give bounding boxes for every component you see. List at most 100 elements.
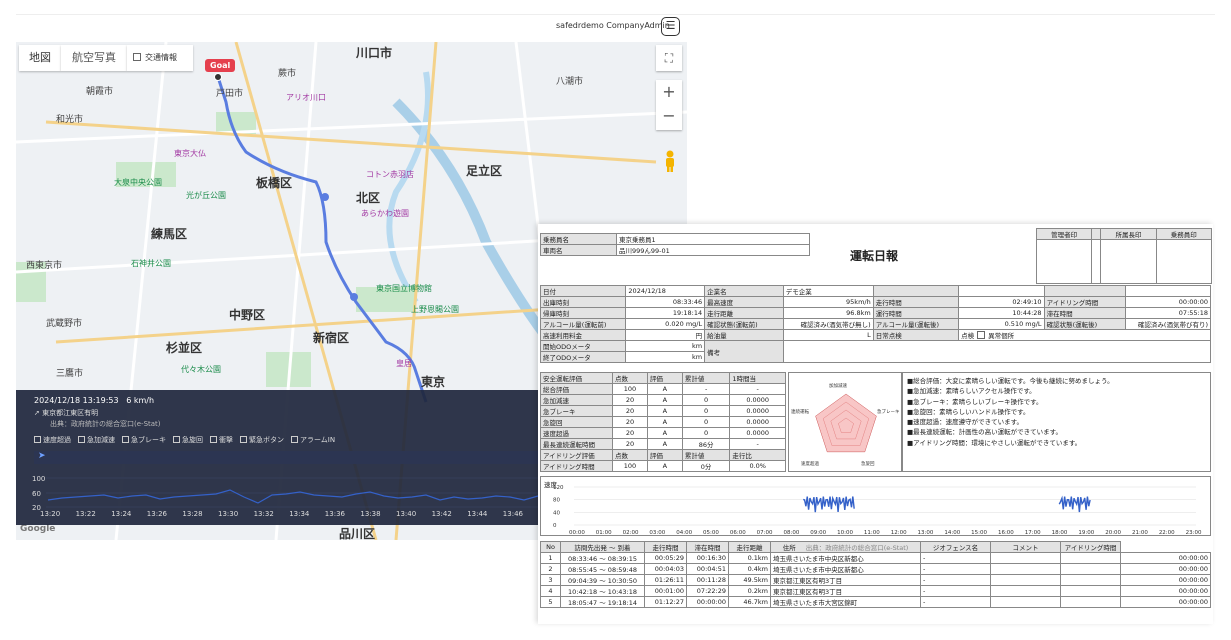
event-filter-label: 速度超過 <box>43 436 71 444</box>
speed-xtick: 00:00 <box>569 530 585 535</box>
inspection-value: 点検 <box>961 332 975 340</box>
score-cell: 0 <box>681 405 731 417</box>
comment-line: ■急ブレーキ：素晴らしいブレーキ操作です。 <box>907 397 1043 406</box>
map-place-label: 北区 <box>356 191 381 205</box>
visit-cell <box>990 574 1061 586</box>
summary-cell: アルコール量(運転前) <box>539 318 627 330</box>
score-cell: 点数 <box>612 372 648 384</box>
map-place-label: 杉並区 <box>166 341 203 355</box>
score-cell: 86分 <box>681 438 731 450</box>
speed-xtick: 18:00 <box>1052 530 1068 535</box>
event-filter[interactable]: 緊急ボタン <box>240 436 284 444</box>
speed-xtick: 02:00 <box>623 530 639 535</box>
event-filter[interactable]: 急ブレーキ <box>122 436 166 444</box>
event-checkbox[interactable] <box>210 436 217 443</box>
score-cell: 20 <box>612 394 648 406</box>
speed-xtick: 17:00 <box>1025 530 1041 535</box>
event-filter-label: 急加減速 <box>87 436 115 444</box>
event-checkbox[interactable] <box>173 436 180 443</box>
trip-xtick: 13:44 <box>467 510 488 518</box>
summary-cell: 走行距離 <box>704 307 784 319</box>
abnormal-label: 異常個所 <box>988 332 1015 340</box>
summary-cell: 走行時間 <box>872 296 960 308</box>
traffic-toggle[interactable]: 交通情報 <box>127 45 193 71</box>
trip-xtick: 13:38 <box>360 510 380 518</box>
score-cell: 100 <box>612 383 648 395</box>
visit-cell: 07:22:29 <box>686 585 729 597</box>
visit-cell <box>990 552 1061 564</box>
trip-xtick: 13:24 <box>111 510 132 518</box>
event-checkbox[interactable] <box>122 436 129 443</box>
goal-marker[interactable]: Goal <box>205 59 236 72</box>
score-cell: 0分 <box>681 460 731 472</box>
goal-pin <box>214 73 222 81</box>
score-cell: 0.0% <box>729 460 786 472</box>
summary-cell: 給油量 <box>704 329 784 341</box>
map-place-label: 中野区 <box>229 308 266 322</box>
speed-xtick: 14:00 <box>944 530 960 535</box>
visits-header-row: No 訪問先出発 ～ 到着 走行時間 滞在時間 走行距離 住所 出典：政府統計の総合窓口(e… <box>540 541 1211 553</box>
visit-cell: 2 <box>540 563 561 575</box>
pegman-icon[interactable] <box>664 150 676 172</box>
event-filter[interactable]: アラームIN <box>291 436 335 444</box>
speed-xtick: 04:00 <box>676 530 692 535</box>
radar-ring <box>815 393 877 453</box>
odo-start-label: 開始ODOメータ <box>539 340 627 352</box>
summary-cell: 00:00:00 <box>1124 296 1211 308</box>
map-tab-map[interactable]: 地図 <box>19 45 61 71</box>
trip-xtick: 13:40 <box>396 510 416 518</box>
direction-icon: ➚ <box>34 409 43 417</box>
event-filter[interactable]: 衝撃 <box>210 436 233 444</box>
traffic-checkbox[interactable] <box>133 53 141 61</box>
summary-cell: 確認状態(運転前) <box>704 318 784 330</box>
map-place-label: 代々木公園 <box>181 365 221 374</box>
approval-table: 管理者印 所属長印 乗務員印 <box>1035 228 1213 284</box>
visit-cell: 00:04:51 <box>686 563 729 575</box>
map-tab-aerial[interactable]: 航空写真 <box>61 45 127 71</box>
visit-cell: 4 <box>540 585 561 597</box>
inspection-checkbox[interactable] <box>977 331 986 339</box>
map-place-label: 新宿区 <box>313 331 350 345</box>
summary-cell: 10:44:28 <box>958 307 1045 319</box>
zoom-out-button[interactable]: − <box>656 104 682 128</box>
list-icon[interactable]: ☰ <box>661 17 680 36</box>
comment-line: ■最長連続運転：計画性の高い運転ができています。 <box>907 428 1062 437</box>
score-cell: 評価 <box>646 372 683 384</box>
trip-xtick: 13:22 <box>76 510 96 518</box>
summary-row: 帰庫時刻 19:18:14 走行距離 96.8km 運行時間 10:44:28 滞在時間 07… <box>539 307 1211 319</box>
score-cell: A <box>646 394 683 406</box>
radar-label: 急旋回 <box>861 460 875 467</box>
score-cell: 100 <box>612 460 648 472</box>
score-cell: 0 <box>681 416 731 428</box>
score-cell: アイドリング評価 <box>540 449 613 461</box>
visit-cell: 01:12:27 <box>644 596 687 608</box>
event-filter[interactable]: 急旋回 <box>173 436 203 444</box>
visit-cell: 00:00:00 <box>1120 552 1211 564</box>
event-checkbox[interactable] <box>240 436 247 443</box>
visit-cell: - <box>920 574 991 586</box>
speed-xtick: 12:00 <box>891 530 907 535</box>
event-checkbox[interactable] <box>34 436 41 443</box>
visit-cell: - <box>920 585 991 597</box>
summary-cell: 円 <box>625 329 706 341</box>
summary-cell: 確認済み(酒気帯び有り) <box>1124 318 1211 330</box>
event-checkbox[interactable] <box>291 436 298 443</box>
fullscreen-icon[interactable]: ⛶ <box>656 45 682 71</box>
score-cell: 0 <box>681 394 731 406</box>
visit-cell: 00:04:03 <box>644 563 687 575</box>
score-cell: 速度超過 <box>540 427 613 439</box>
summary-cell: 96.8km <box>782 307 874 319</box>
speed-xtick: 03:00 <box>649 530 665 535</box>
score-cell: 0 <box>681 427 731 439</box>
visit-row: 2 08:55:45 ～ 08:59:48 00:04:03 00:04:51 0.4k… <box>540 563 1211 575</box>
map-place-label: 東京 <box>421 375 446 389</box>
visit-cell: 1 <box>540 552 561 564</box>
playback-bar[interactable]: ➤ <box>34 451 543 464</box>
zoom-in-button[interactable]: + <box>656 80 682 104</box>
play-icon[interactable]: ➤ <box>38 451 46 461</box>
odo-start-unit: km <box>625 340 706 352</box>
event-filter[interactable]: 速度超過 <box>34 436 71 444</box>
event-checkbox[interactable] <box>78 436 85 443</box>
event-filter-label: アラームIN <box>300 436 336 444</box>
event-filter[interactable]: 急加減速 <box>78 436 115 444</box>
